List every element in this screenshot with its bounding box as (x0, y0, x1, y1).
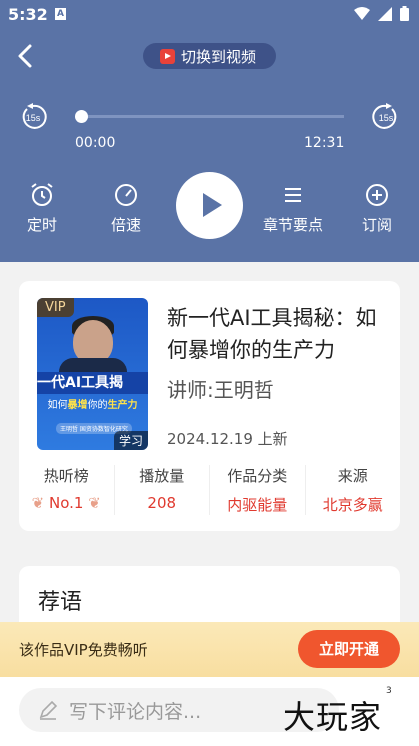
stat-value: 208 (147, 494, 177, 512)
alarm-clock-icon (31, 183, 53, 206)
timer-label: 定时 (26, 216, 57, 234)
stat-value: 内驱能量 (227, 496, 288, 514)
teacher-name: 讲师:王明哲 (167, 378, 274, 402)
stat-value: ❦ No.1 ❦ (31, 494, 101, 512)
stat-label: 播放量 (139, 467, 185, 485)
vip-bar-text: 该作品VIP免费畅听 (19, 641, 148, 659)
stat-source[interactable]: 来源 北京多赢 (304, 465, 401, 515)
forward-15-icon[interactable]: 15s (372, 103, 400, 131)
stat-label: 作品分类 (227, 467, 288, 485)
chevron-left-icon[interactable] (14, 42, 38, 70)
current-time: 00:00 (75, 135, 116, 151)
pencil-icon (39, 700, 58, 720)
status-bar: 5:32 A (0, 0, 419, 28)
duration: 12:31 (304, 135, 345, 151)
work-title: 新一代AI工具揭秘：如何暴增你的生产力 (167, 306, 377, 362)
signal-icon (378, 6, 392, 21)
work-info-card: VIP 一代AI工具揭 如何暴增你的生产力 王明哲 国资协数智化研究 学习 新一… (19, 281, 400, 531)
system-icons (354, 6, 409, 21)
cover-subtitle: 如何暴增你的生产力 (47, 400, 138, 411)
laurel-left-icon: ❦ (31, 494, 45, 512)
watermark-small: 3 (386, 686, 392, 696)
notification-icon: A (55, 8, 66, 20)
vip-bar: 该作品VIP免费畅听 立即开通 (0, 622, 419, 677)
video-icon (160, 48, 175, 64)
stats-row: 热听榜 ❦ No.1 ❦ 播放量 208 作品分类 内驱能量 来源 北京多赢 (19, 465, 400, 515)
subscribe-button[interactable]: 订阅 (347, 182, 407, 235)
plus-circle-icon (366, 184, 388, 206)
speed-button[interactable]: 倍速 (96, 182, 156, 235)
recommend-title: 荐语 (38, 590, 83, 615)
player-header: 5:32 A 切换到视频 15s 15s 00:00 12:31 定时 倍速 章… (0, 0, 419, 262)
switch-to-video-button[interactable]: 切换到视频 (143, 43, 276, 69)
stat-label: 来源 (337, 467, 368, 485)
chapters-label: 章节要点 (262, 216, 323, 234)
comment-placeholder: 写下评论内容... (69, 700, 202, 723)
speed-label: 倍速 (110, 216, 141, 234)
watermark-text: 大玩家 (283, 698, 383, 736)
rewind-15-icon[interactable]: 15s (19, 103, 47, 131)
wifi-icon (354, 6, 370, 20)
stat-plays: 播放量 208 (113, 465, 210, 515)
timer-button[interactable]: 定时 (12, 182, 72, 235)
subscribe-label: 订阅 (361, 216, 392, 234)
laurel-right-icon: ❦ (88, 494, 101, 512)
battery-icon (400, 6, 409, 21)
cover-image[interactable]: VIP 一代AI工具揭 如何暴增你的生产力 王明哲 国资协数智化研究 学习 (37, 298, 148, 450)
vip-badge: VIP (37, 298, 74, 317)
chapters-button[interactable]: 章节要点 (254, 182, 332, 235)
forward-label: 15s (379, 113, 394, 123)
stat-category[interactable]: 作品分类 内驱能量 (209, 465, 305, 515)
progress-track[interactable] (81, 115, 344, 118)
rewind-label: 15s (26, 113, 41, 123)
play-button[interactable] (176, 172, 243, 239)
study-tag: 学习 (113, 431, 148, 450)
status-time: 5:32 (8, 5, 48, 24)
open-vip-button[interactable]: 立即开通 (298, 630, 400, 668)
list-icon (285, 188, 301, 202)
stat-ranking[interactable]: 热听榜 ❦ No.1 ❦ (19, 465, 114, 515)
stat-value: 北京多赢 (322, 496, 383, 514)
cover-title: 一代AI工具揭 (37, 372, 148, 394)
progress-knob[interactable] (75, 110, 88, 123)
publish-date: 2024.12.19 上新 (167, 430, 288, 448)
speedometer-icon (115, 184, 137, 206)
switch-to-video-label: 切换到视频 (181, 47, 257, 66)
stat-label: 热听榜 (43, 467, 89, 485)
